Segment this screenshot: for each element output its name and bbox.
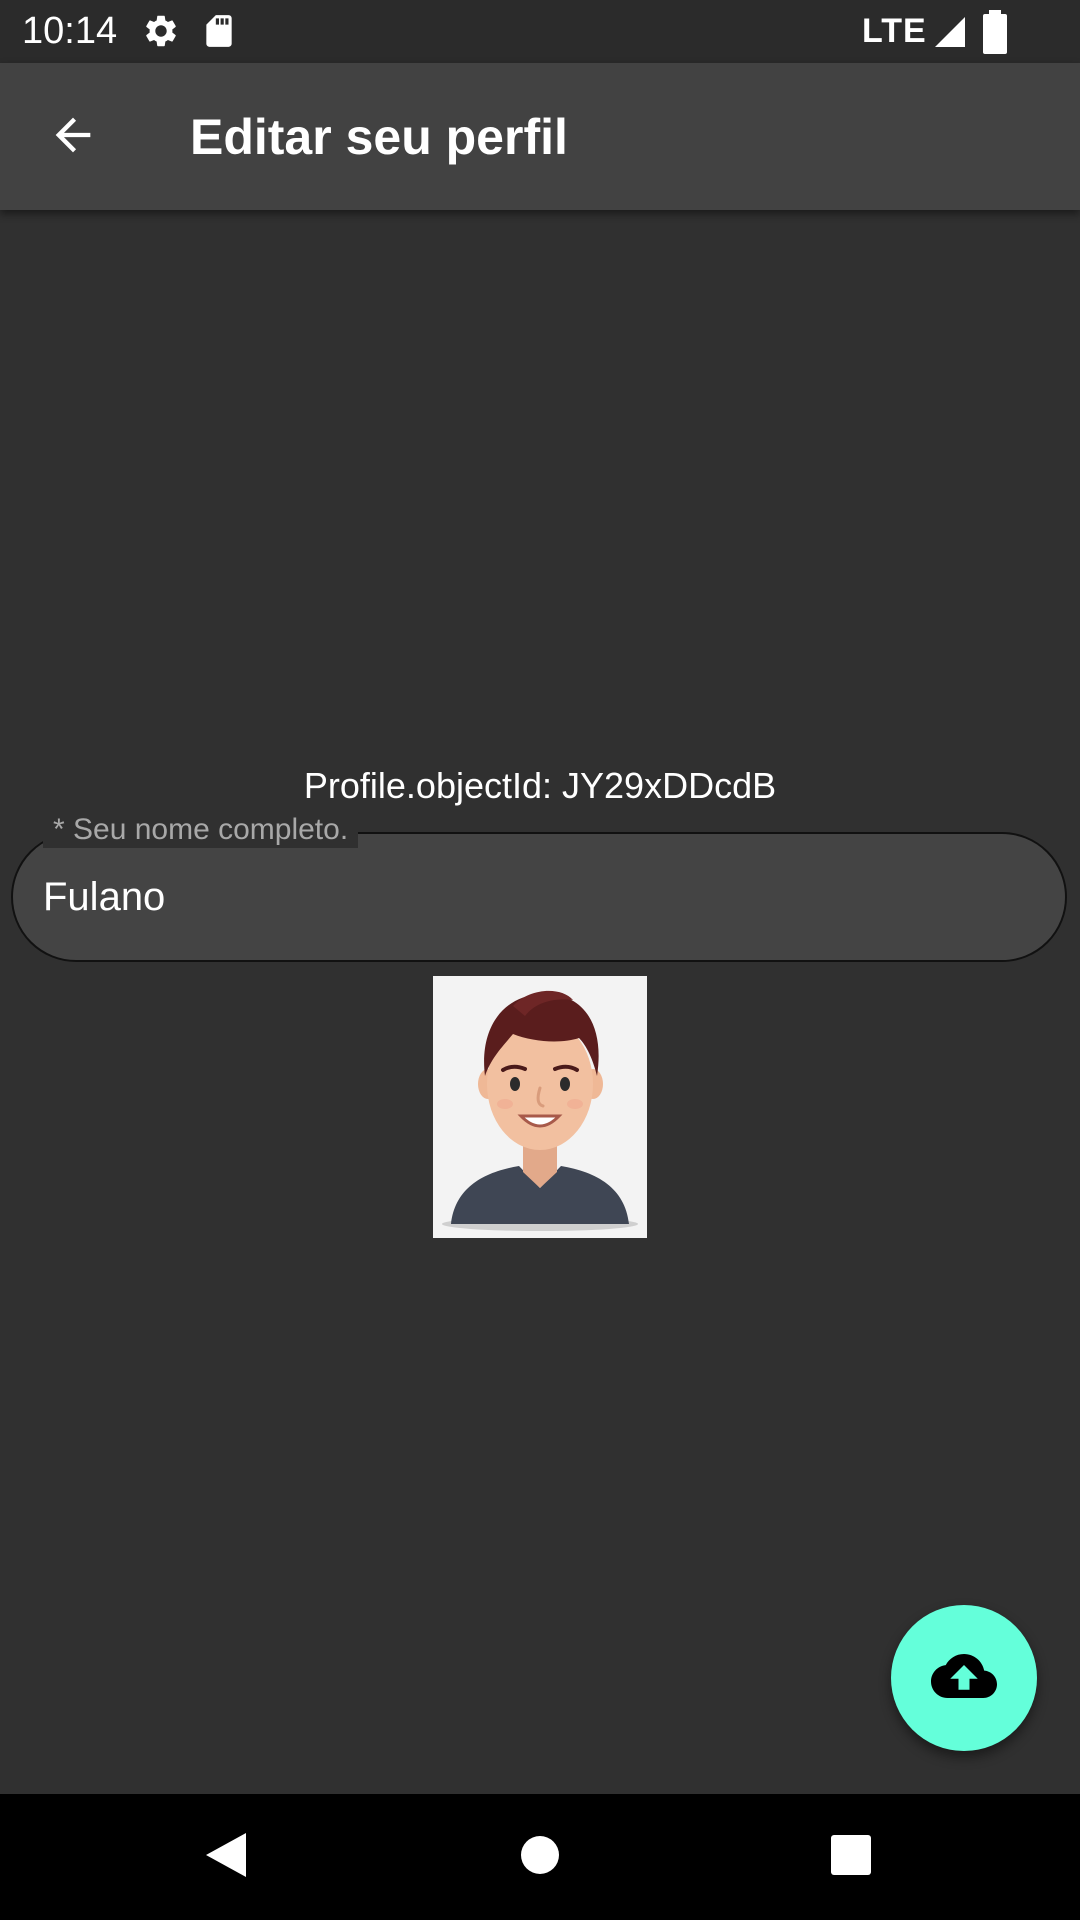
sd-card-icon xyxy=(200,12,238,52)
profile-object-id: Profile.objectId: JY29xDDcdB xyxy=(303,765,777,806)
male-avatar-illustration xyxy=(433,976,647,1238)
app-bar: Editar seu perfil xyxy=(0,63,1080,210)
avatar[interactable] xyxy=(433,976,647,1238)
name-field[interactable]: * Seu nome completo. xyxy=(11,812,1067,962)
arrow-back-icon xyxy=(47,109,99,166)
network-type-label: LTE xyxy=(862,12,927,50)
status-time: 10:14 xyxy=(22,10,118,52)
cloud-upload-icon xyxy=(931,1643,997,1714)
nav-back-button[interactable] xyxy=(190,1822,260,1892)
upload-button[interactable] xyxy=(891,1605,1037,1751)
nav-home-icon xyxy=(519,1834,561,1881)
nav-recents-button[interactable] xyxy=(816,1822,886,1892)
nav-recents-icon xyxy=(830,1834,872,1881)
name-field-label: * Seu nome completo. xyxy=(43,812,359,848)
name-input[interactable] xyxy=(43,864,1033,930)
navigation-bar xyxy=(0,1794,1080,1920)
signal-icon xyxy=(932,14,968,54)
status-bar: 10:14 LTE xyxy=(0,0,1080,63)
nav-home-button[interactable] xyxy=(505,1822,575,1892)
screen: 10:14 LTE Editar seu perfil Profile.obje… xyxy=(0,0,1080,1920)
battery-icon xyxy=(980,10,1010,54)
nav-back-icon xyxy=(202,1831,248,1884)
settings-icon xyxy=(142,12,180,52)
back-button[interactable] xyxy=(30,103,116,171)
page-title: Editar seu perfil xyxy=(190,109,568,165)
